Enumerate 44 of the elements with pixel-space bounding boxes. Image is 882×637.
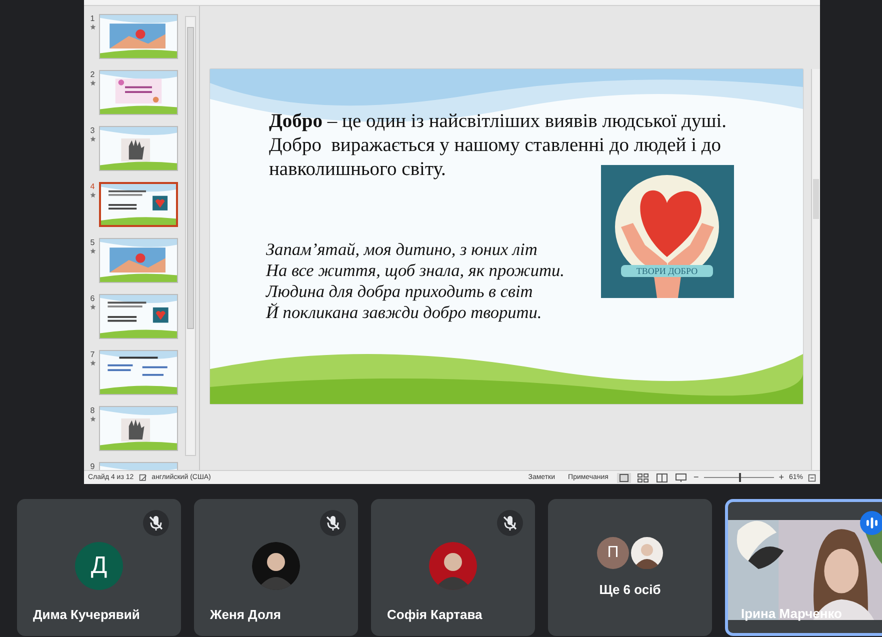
- reading-view-icon[interactable]: [655, 472, 670, 482]
- poem-line: Запам’ятай, моя дитино, з юних літ: [266, 239, 538, 260]
- slide-number: 3: [90, 126, 95, 135]
- slide-thumbnail[interactable]: [99, 350, 178, 395]
- slide-heading: Добро – це один із найсвітліших виявів людської душі. Добро виражається у нашому ставленні до людей і до навколишнього світу.: [269, 110, 728, 182]
- participant-tile[interactable]: П Ще 6 осіб: [548, 499, 712, 636]
- participant-name: Софія Картава: [387, 607, 482, 622]
- avatar: Д: [75, 542, 123, 590]
- participant-tile[interactable]: Женя Доля: [194, 499, 358, 636]
- slide-thumbnail[interactable]: [99, 70, 178, 115]
- sorter-view-icon[interactable]: [636, 472, 650, 482]
- avatar: П: [597, 537, 629, 569]
- slide-thumbnail[interactable]: [99, 126, 178, 171]
- slide-number: 1: [90, 14, 95, 23]
- slide-thumbnail[interactable]: [99, 406, 178, 451]
- participant-tile[interactable]: Софія Картава: [371, 499, 535, 636]
- slide-number: 8: [90, 406, 95, 415]
- participant-name: Дима Кучерявий: [33, 607, 140, 622]
- fit-slide-icon[interactable]: [808, 474, 816, 482]
- slide-number: 5: [90, 238, 95, 247]
- slide-number: 6: [90, 294, 95, 303]
- slide-thumbnail[interactable]: [99, 14, 178, 59]
- spellcheck-icon[interactable]: [138, 474, 147, 482]
- participant-tile[interactable]: Д Дима Кучерявий: [17, 499, 181, 636]
- slide-thumbnail[interactable]: [99, 182, 178, 227]
- participant-name: Женя Доля: [210, 607, 281, 622]
- slideshow-icon[interactable]: [674, 472, 688, 482]
- logo-banner: ТВОРИ ДОБРО: [621, 265, 713, 277]
- slide-number: 9: [90, 462, 95, 470]
- scrollbar[interactable]: [811, 69, 820, 470]
- zoom-out-button[interactable]: −: [693, 473, 699, 482]
- avatar-silhouette: [631, 537, 663, 569]
- slide-number: 2: [90, 70, 95, 79]
- slide-thumbnail[interactable]: [99, 238, 178, 283]
- slide-number: 7: [90, 350, 95, 359]
- slide-number: 4: [90, 182, 95, 191]
- poem-line: Й покликана завжди добро творити.: [266, 302, 543, 323]
- more-participants-label: Ще 6 осіб: [599, 582, 661, 597]
- zoom-in-button[interactable]: +: [778, 473, 784, 482]
- slide-thumbnail[interactable]: [99, 294, 178, 339]
- poem-line: Людина для добра приходить в світ: [266, 281, 534, 302]
- normal-view-icon[interactable]: [617, 472, 632, 482]
- scrollbar[interactable]: [185, 16, 196, 456]
- poem-line: На все життя, щоб знала, як прожити.: [266, 260, 564, 281]
